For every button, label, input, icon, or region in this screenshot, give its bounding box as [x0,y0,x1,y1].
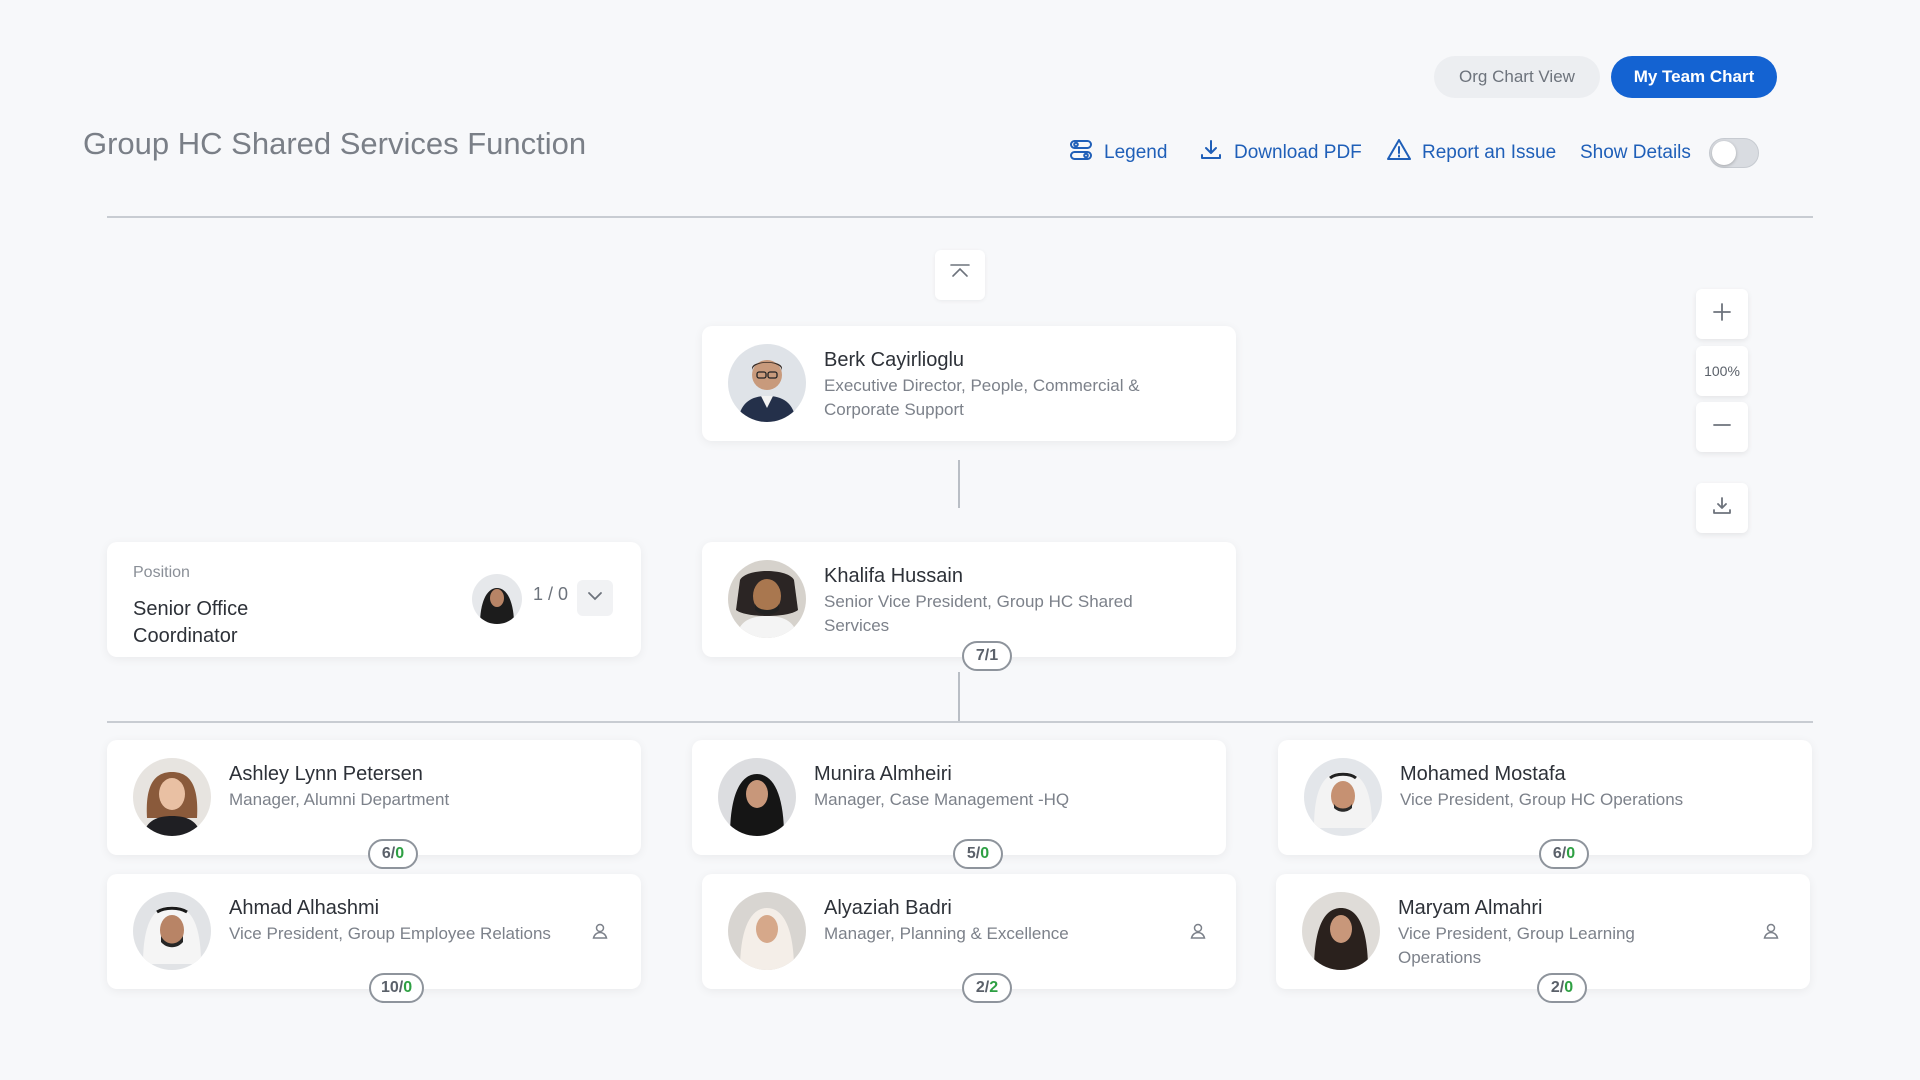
org-card-report[interactable]: Alyaziah Badri Manager, Planning & Excel… [702,874,1236,989]
avatar [133,758,211,836]
report-count-vacant: 0 [1566,845,1576,862]
person-name: Mohamed Mostafa [1400,763,1566,785]
org-card-report[interactable]: Ahmad Alhashmi Vice President, Group Emp… [107,874,641,989]
legend-icon [1068,137,1094,169]
report-count-vacant: 0 [1564,979,1574,996]
report-count-badge[interactable]: 2/0 [1537,973,1587,1003]
avatar [1304,758,1382,836]
reports-divider [107,721,1813,723]
report-count-vacant: 0 [395,845,405,862]
avatar [718,758,796,836]
org-card-manager[interactable]: Khalifa Hussain Senior Vice President, G… [702,542,1236,657]
person-title: Manager, Alumni Department [229,790,450,809]
download-pdf-label: Download PDF [1234,142,1362,163]
person-title: Senior Vice President, Group HC Shared [824,592,1133,611]
avatar [472,574,522,624]
person-title: Vice President, Group Employee Relations [229,924,551,943]
person-name: Munira Almheiri [814,763,952,785]
report-count-badge[interactable]: 5/0 [953,839,1003,869]
plus-icon [1711,301,1733,328]
person-name: Alyaziah Badri [824,897,952,919]
report-issue-label: Report an Issue [1422,142,1557,163]
person-name: Berk Cayirlioglu [824,349,965,371]
show-details-toggle[interactable] [1708,138,1759,168]
report-issue-button[interactable]: Report an Issue [1386,138,1556,168]
report-count-filled: 5/ [966,845,981,862]
org-card-report[interactable]: Mohamed Mostafa Vice President, Group HC… [1278,740,1812,855]
chevron-down-icon [586,587,604,610]
org-chart-view-button[interactable]: Org Chart View [1434,56,1600,98]
person-icon [589,920,611,942]
download-chart-button[interactable] [1696,483,1748,533]
avatar [728,344,806,422]
report-count: 7/1 [975,647,999,664]
position-card[interactable]: Position Senior Office Coordinator 1 / 0 [107,542,641,657]
person-title: Vice President, Group HC Operations [1400,790,1684,809]
page-title: Group HC Shared Services Function [83,126,587,161]
avatar [133,892,211,970]
download-icon [1198,137,1224,169]
report-count-badge[interactable]: 6/0 [368,839,418,869]
connector-line [958,460,960,508]
report-count-vacant: 2 [989,979,999,996]
person-name: Khalifa Hussain [824,565,963,587]
show-details-label: Show Details [1580,142,1691,163]
person-name: Ashley Lynn Petersen [229,763,423,785]
zoom-level-text: 100% [1704,363,1740,379]
person-icon [1187,920,1209,942]
report-count-filled: 6/ [1552,845,1567,862]
position-name: Senior Office Coordinator [133,596,333,650]
position-name-line1: Senior Office [133,598,249,620]
download-pdf-button[interactable]: Download PDF [1198,138,1362,168]
report-count-badge[interactable]: 7/1 [962,641,1012,671]
report-count-badge[interactable]: 2/2 [962,973,1012,1003]
show-details-control[interactable]: Show Details [1580,138,1759,168]
warning-icon [1386,137,1412,169]
person-title: Manager, Case Management -HQ [814,790,1070,809]
position-label: Position [133,564,190,581]
org-card-report[interactable]: Ashley Lynn Petersen Manager, Alumni Dep… [107,740,641,855]
report-count-badge[interactable]: 10/0 [369,973,425,1003]
person-title: Vice President, Group Learning [1398,924,1635,943]
person-title-cont: Services [824,616,890,635]
person-name: Maryam Almahri [1398,897,1543,919]
download-icon [1711,495,1733,522]
avatar [1302,892,1380,970]
avatar [728,892,806,970]
header-divider [107,216,1813,218]
chevron-up-bar-icon [948,261,972,290]
collapse-up-button[interactable] [935,250,985,300]
avatar [728,560,806,638]
org-card-report[interactable]: Maryam Almahri Vice President, Group Lea… [1276,874,1810,989]
report-count-filled: 2/ [1550,979,1565,996]
expand-button[interactable] [577,580,613,616]
connector-line [958,672,960,722]
report-count-vacant: 0 [403,979,413,996]
position-name-line2: Coordinator [133,625,238,647]
report-count-vacant: 0 [980,845,990,862]
person-title: Manager, Planning & Excellence [824,924,1069,943]
person-title-cont: Operations [1398,948,1482,967]
report-count-filled: 6/ [381,845,396,862]
org-card-report[interactable]: Munira Almheiri Manager, Case Management… [692,740,1226,855]
person-title-cont: Corporate Support [824,400,964,419]
person-name: Ahmad Alhashmi [229,897,380,919]
zoom-level: 100% [1696,346,1748,396]
position-count: 1 / 0 [533,584,569,604]
minus-icon [1711,414,1733,441]
legend-button[interactable]: Legend [1068,138,1167,168]
zoom-in-button[interactable] [1696,289,1748,339]
zoom-out-button[interactable] [1696,402,1748,452]
report-count-filled: 2/ [975,979,990,996]
person-title: Executive Director, People, Commercial & [824,376,1140,395]
org-card-root[interactable]: Berk Cayirlioglu Executive Director, Peo… [702,326,1236,441]
legend-label: Legend [1104,142,1168,163]
my-team-chart-button[interactable]: My Team Chart [1611,56,1777,98]
toggle-knob [1711,141,1736,165]
person-icon [1760,920,1782,942]
report-count-filled: 10/ [381,979,404,996]
report-count-badge[interactable]: 6/0 [1539,839,1589,869]
